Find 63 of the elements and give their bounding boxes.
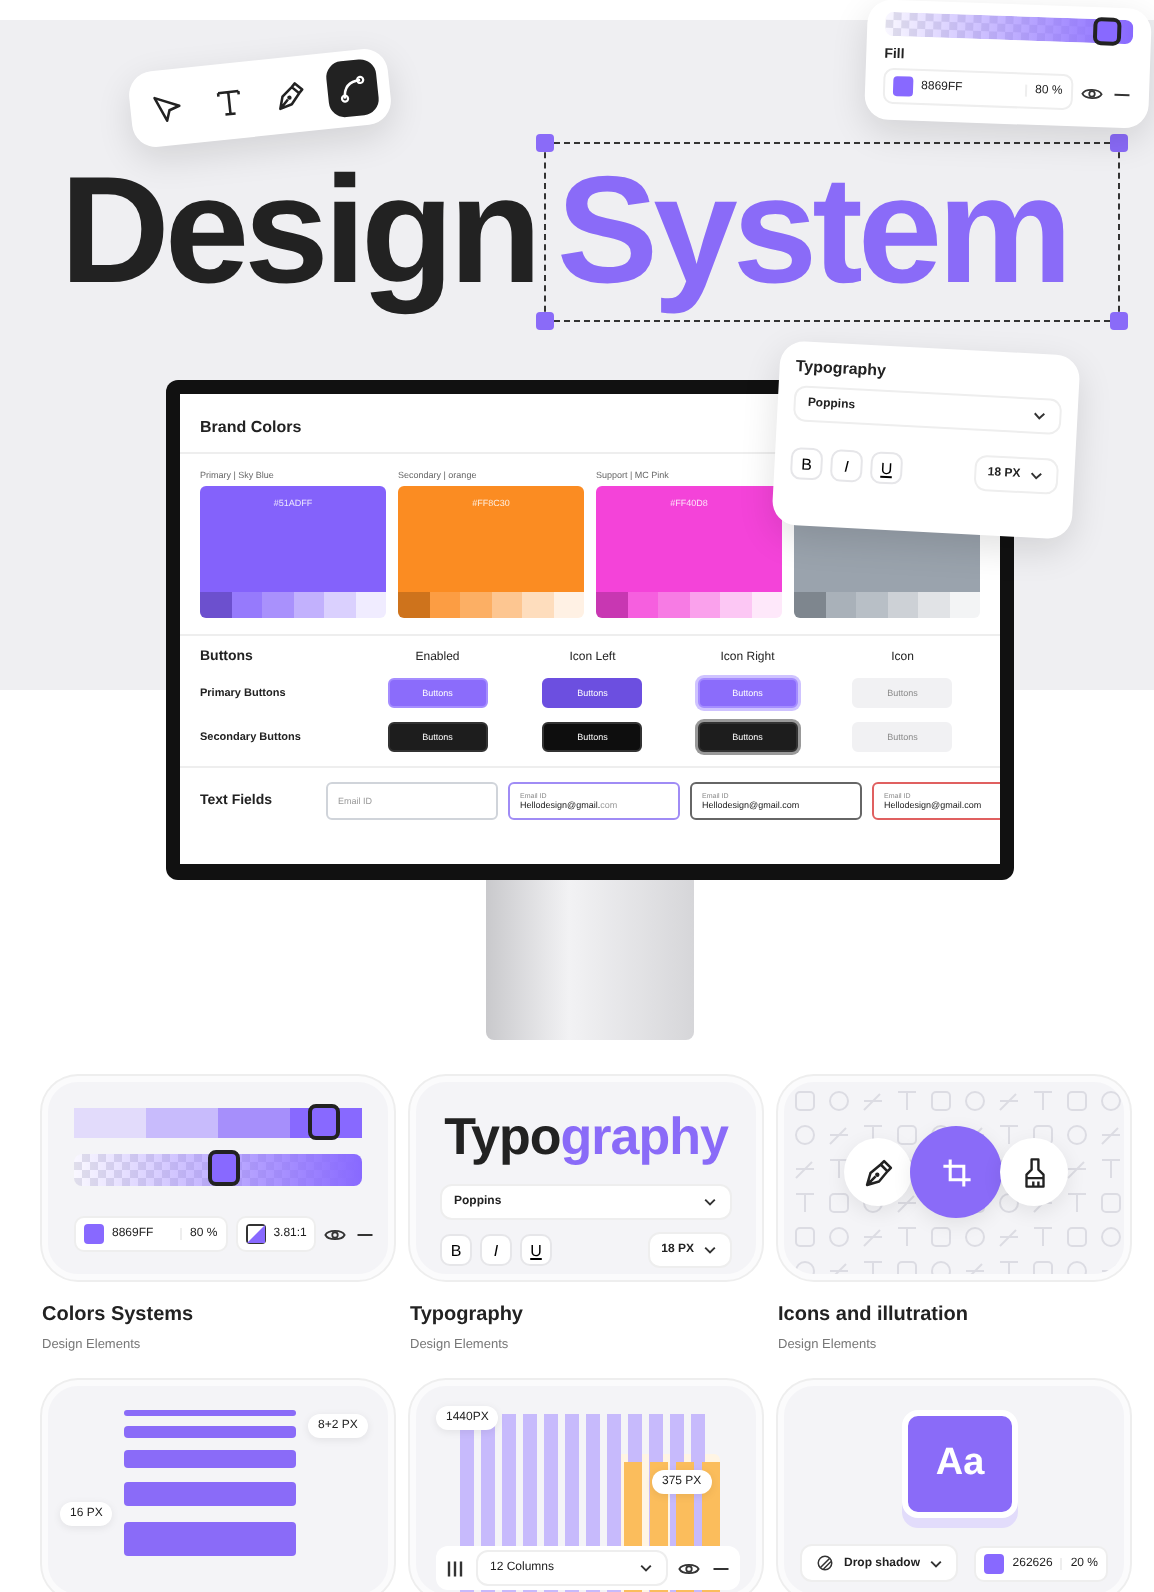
color-scale-slider[interactable]	[74, 1108, 362, 1138]
text-style-button[interactable]: U	[520, 1234, 552, 1266]
shade-swatch	[262, 592, 293, 618]
shade-swatch	[596, 592, 627, 618]
shade-swatch	[324, 592, 355, 618]
shade-swatch	[522, 592, 553, 618]
shade-swatch	[825, 592, 856, 618]
shade-swatch	[200, 592, 231, 618]
text-style-button[interactable]: B	[789, 446, 824, 481]
shade-swatch	[887, 592, 918, 618]
tool-button[interactable]	[324, 57, 381, 119]
eye-icon[interactable]	[1080, 83, 1103, 103]
shade-swatch	[553, 592, 584, 618]
shade-swatch	[658, 592, 689, 618]
slider-thumb[interactable]	[1092, 16, 1122, 46]
chevron-down-icon	[928, 1555, 945, 1571]
resize-handle[interactable]	[536, 134, 555, 152]
card-title: Typography	[410, 1304, 525, 1326]
text-style-button[interactable]: I	[829, 449, 864, 483]
eye-icon[interactable]	[678, 1559, 700, 1577]
shade-swatch	[751, 592, 782, 618]
card-title: Icons and illutration	[778, 1304, 971, 1326]
shade-swatch	[949, 592, 980, 618]
text-style-button[interactable]: I	[480, 1234, 512, 1266]
text-style-button[interactable]: U	[869, 451, 904, 485]
shade-swatch	[627, 592, 658, 618]
shade-swatch	[398, 592, 429, 618]
shade-swatch	[918, 592, 949, 618]
chevron-down-icon	[702, 1242, 718, 1258]
color-step	[146, 1108, 218, 1138]
shade-swatch	[231, 592, 262, 618]
eye-icon[interactable]	[324, 1225, 347, 1243]
pen-nib-icon	[861, 1155, 895, 1189]
shade-swatch	[355, 592, 386, 618]
contrast-icon	[245, 1224, 266, 1244]
shade-swatch	[429, 592, 460, 618]
chevron-down-icon	[1031, 407, 1048, 425]
shade-swatch	[856, 592, 887, 618]
slider-thumb[interactable]	[207, 1150, 240, 1186]
icon-button[interactable]	[844, 1138, 912, 1206]
shade-swatch	[689, 592, 720, 618]
shade-swatch	[491, 592, 522, 618]
shadow-icon	[814, 1554, 836, 1572]
shade-swatch	[794, 592, 825, 618]
color-step	[74, 1108, 146, 1138]
opacity-slider[interactable]	[884, 11, 1134, 45]
columns-icon	[444, 1559, 466, 1577]
color-step	[218, 1108, 290, 1138]
chevron-down-icon	[702, 1194, 718, 1210]
card-title: Colors Systems	[42, 1304, 196, 1326]
text-style-button[interactable]: B	[440, 1234, 472, 1266]
chevron-down-icon	[638, 1560, 654, 1576]
shade-swatch	[460, 592, 491, 618]
crop-icon	[939, 1155, 973, 1189]
resize-handle[interactable]	[536, 312, 555, 330]
shade-swatch	[293, 592, 324, 618]
shade-swatch	[720, 592, 751, 618]
chevron-down-icon	[1027, 467, 1045, 485]
panel-title: Typography	[795, 357, 889, 384]
opacity-slider[interactable]	[74, 1154, 362, 1186]
icon-button[interactable]	[1000, 1138, 1068, 1206]
typography-heading: Typography	[442, 1106, 731, 1168]
slider-thumb[interactable]	[308, 1104, 341, 1140]
